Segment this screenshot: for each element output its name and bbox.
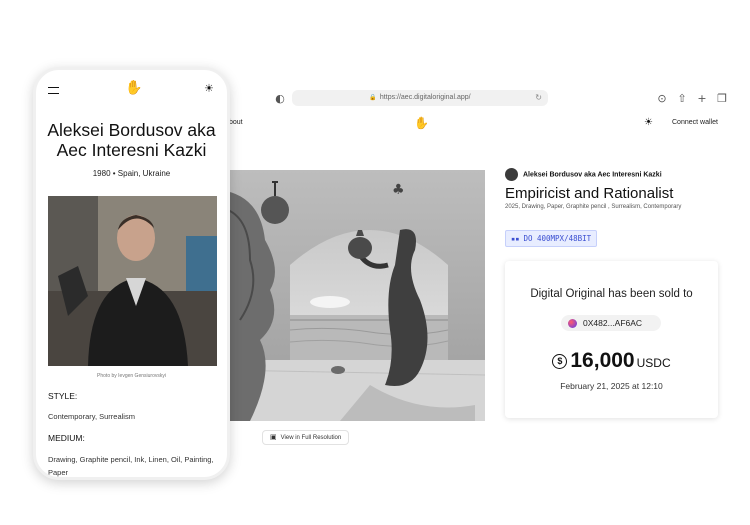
style-value: Contemporary, Surrealism [48, 412, 135, 421]
sold-text: Digital Original has been sold to [530, 288, 693, 300]
privacy-shield-icon[interactable]: ◐ [272, 91, 288, 107]
artist-photo [48, 196, 217, 366]
download-icon[interactable]: ⊙ [654, 91, 670, 107]
artist-link[interactable]: Aleksei Bordusov aka Aec Interesni Kazki [505, 168, 662, 182]
artist-name: Aleksei Bordusov aka Aec Interesni Kazki [523, 171, 662, 179]
price-row: $16,000 USDC [505, 349, 718, 373]
artwork-title: Empiricist and Rationalist [505, 185, 674, 202]
view-full-label: View in Full Resolution [280, 435, 342, 441]
hand-logo-icon[interactable]: ✋ [125, 80, 142, 96]
resolution-badge-label: DO 400MPX/48BIT [523, 234, 592, 243]
reload-icon[interactable]: ↻ [535, 90, 542, 106]
price-value: 16,000 [570, 349, 635, 372]
wallet-address: 0X482...AF6AC [583, 318, 643, 328]
browser-window: ◐ 🔒 https://aec.digitaloriginal.app/ ↻ ⊙ … [220, 78, 750, 525]
connect-wallet-button[interactable]: Connect wallet [672, 119, 718, 126]
share-icon[interactable]: ⇧ [674, 91, 690, 107]
hand-logo-icon[interactable]: ✋ [414, 116, 429, 130]
medium-value: Drawing, Graphite pencil, Ink, Linen, Oi… [48, 455, 214, 477]
sun-icon[interactable]: ☀ [644, 117, 653, 128]
address-bar[interactable]: 🔒 https://aec.digitaloriginal.app/ ↻ [292, 90, 548, 106]
artist-name-heading: Aleksei Bordusov aka Aec Interesni Kazki [47, 120, 216, 160]
phone-mockup: ✋ ☀ Aleksei Bordusov aka Aec Interesni K… [33, 67, 230, 480]
tabs-overview-icon[interactable]: ❐ [714, 91, 730, 107]
artwork-meta: 2025, Drawing, Paper, Graphite pencil , … [505, 204, 682, 210]
artwork-image[interactable]: ♣ [220, 170, 485, 421]
style-label: STYLE: [48, 391, 78, 401]
image-frame-icon: ▣ [270, 433, 277, 441]
svg-text:♣: ♣ [392, 182, 405, 198]
sale-date: February 21, 2025 at 12:10 [560, 381, 663, 391]
resolution-badge: ▪▪ DO 400MPX/48BIT [505, 230, 598, 247]
photo-credit: Photo by Ievgen Gensiurovskyi [97, 373, 166, 379]
artist-bio: 1980 • Spain, Ukraine [92, 169, 171, 178]
bars-icon: ▪▪ [511, 235, 520, 243]
artwork-drawing: ♣ [220, 170, 485, 421]
nav-about-link[interactable]: bout [229, 119, 243, 126]
hamburger-menu-icon[interactable] [48, 87, 59, 94]
owner-wallet-pill[interactable]: 0X482...AF6AC [561, 315, 661, 331]
sun-icon[interactable]: ☀ [204, 82, 214, 95]
sale-card: Digital Original has been sold to 0X482.… [505, 261, 718, 418]
price-currency: USDC [636, 356, 671, 370]
medium-label: MEDIUM: [48, 433, 85, 443]
artist-portrait [48, 196, 217, 366]
site-nav: bout ✋ ☀ Connect wallet [220, 114, 750, 134]
new-tab-icon[interactable]: + [694, 91, 710, 107]
wallet-avatar-icon [568, 319, 577, 328]
dollar-coin-icon: $ [552, 354, 568, 369]
browser-toolbar: ◐ 🔒 https://aec.digitaloriginal.app/ ↻ ⊙ … [220, 88, 750, 110]
url-text: https://aec.digitaloriginal.app/ [379, 94, 471, 101]
avatar [505, 168, 518, 181]
lock-icon: 🔒 [369, 94, 377, 101]
view-full-resolution-button[interactable]: ▣ View in Full Resolution [262, 430, 350, 445]
